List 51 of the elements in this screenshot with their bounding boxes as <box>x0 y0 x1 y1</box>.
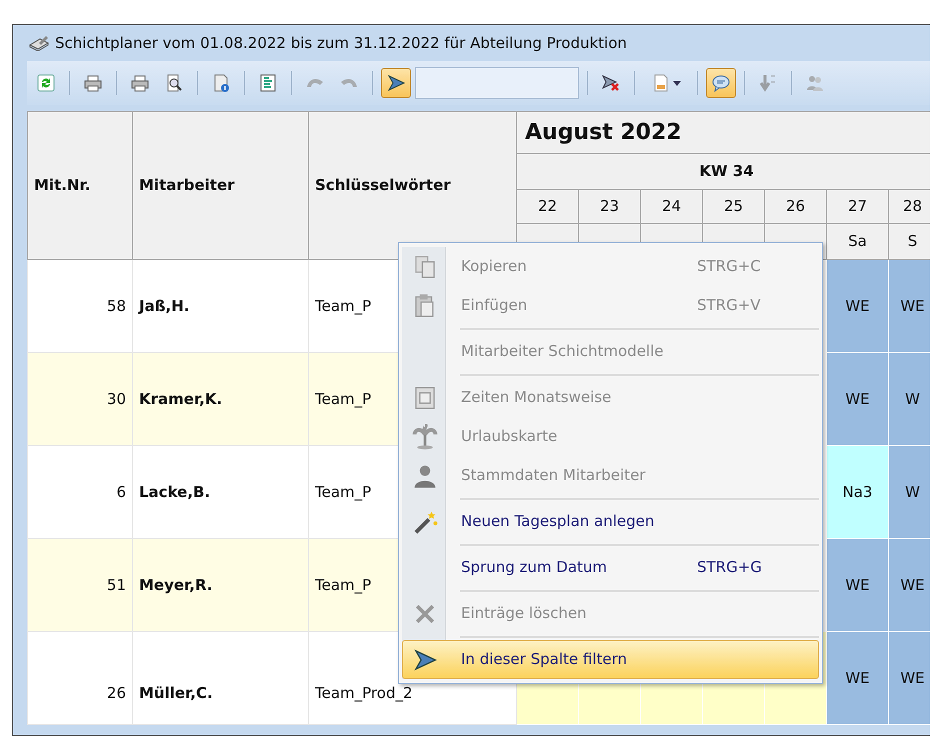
shift-cell[interactable]: WE <box>888 632 930 724</box>
filter-button[interactable] <box>381 68 411 98</box>
caret-icon <box>673 80 681 86</box>
shift-cell[interactable]: WE <box>826 632 888 724</box>
week-header: KW 34 <box>516 154 930 190</box>
report-icon <box>258 73 278 93</box>
day-header: 27 <box>826 190 888 224</box>
refresh-icon <box>36 73 56 93</box>
day-header: 28 <box>888 190 930 224</box>
employee-name: Müller,C. <box>132 632 308 724</box>
day-header: 22 <box>516 190 578 224</box>
day-header: 25 <box>702 190 764 224</box>
day-header: 26 <box>764 190 826 224</box>
filter-clear-icon <box>601 73 621 93</box>
shortcut-label: STRG+V <box>697 295 761 316</box>
sort-icon <box>758 73 778 93</box>
shift-cell[interactable]: WE <box>826 260 888 352</box>
speech-bubble-button[interactable] <box>706 68 736 98</box>
printer-icon <box>130 73 150 93</box>
filter-field[interactable] <box>415 67 579 99</box>
employee-name: Kramer,K. <box>132 352 308 446</box>
shortcut-label: STRG+G <box>697 557 762 578</box>
table-cell: 30 <box>28 352 132 446</box>
window-title: Schichtplaner vom 01.08.2022 bis zum 31.12.2022 für Abteilung Produktion <box>55 32 627 54</box>
column-header[interactable]: Schlüsselwörter <box>308 112 516 260</box>
filter-icon <box>412 646 438 672</box>
people-icon <box>805 73 825 93</box>
weekday-header: Sa <box>826 224 888 260</box>
weekday-header: S <box>888 224 930 260</box>
shift-cell[interactable]: WE <box>826 352 888 446</box>
table-cell: 51 <box>28 538 132 632</box>
shift-cell[interactable]: WE <box>888 538 930 632</box>
speech-bubble-icon <box>711 73 731 93</box>
shift-cell[interactable]: W <box>888 352 930 446</box>
printer-icon <box>83 73 103 93</box>
menu-item[interactable]: In dieser Spalte filtern <box>402 640 819 679</box>
person-icon <box>412 462 438 488</box>
shift-cell[interactable]: W <box>888 446 930 538</box>
shortcut-label: STRG+C <box>697 256 761 278</box>
column-header[interactable]: Mit.Nr. <box>28 112 132 260</box>
day-header: 24 <box>640 190 702 224</box>
shift-cell[interactable]: WE <box>888 260 930 352</box>
day-header: 23 <box>578 190 640 224</box>
shift-cell[interactable]: WE <box>826 538 888 632</box>
column-header[interactable]: Mitarbeiter <box>132 112 308 260</box>
employee-name: Meyer,R. <box>132 538 308 632</box>
shift-cell[interactable]: Na3 <box>826 446 888 538</box>
book-pen-icon <box>29 35 49 51</box>
table-cell: 26 <box>28 632 132 724</box>
filter-icon <box>386 73 406 93</box>
month-header: August 2022 <box>516 112 930 154</box>
